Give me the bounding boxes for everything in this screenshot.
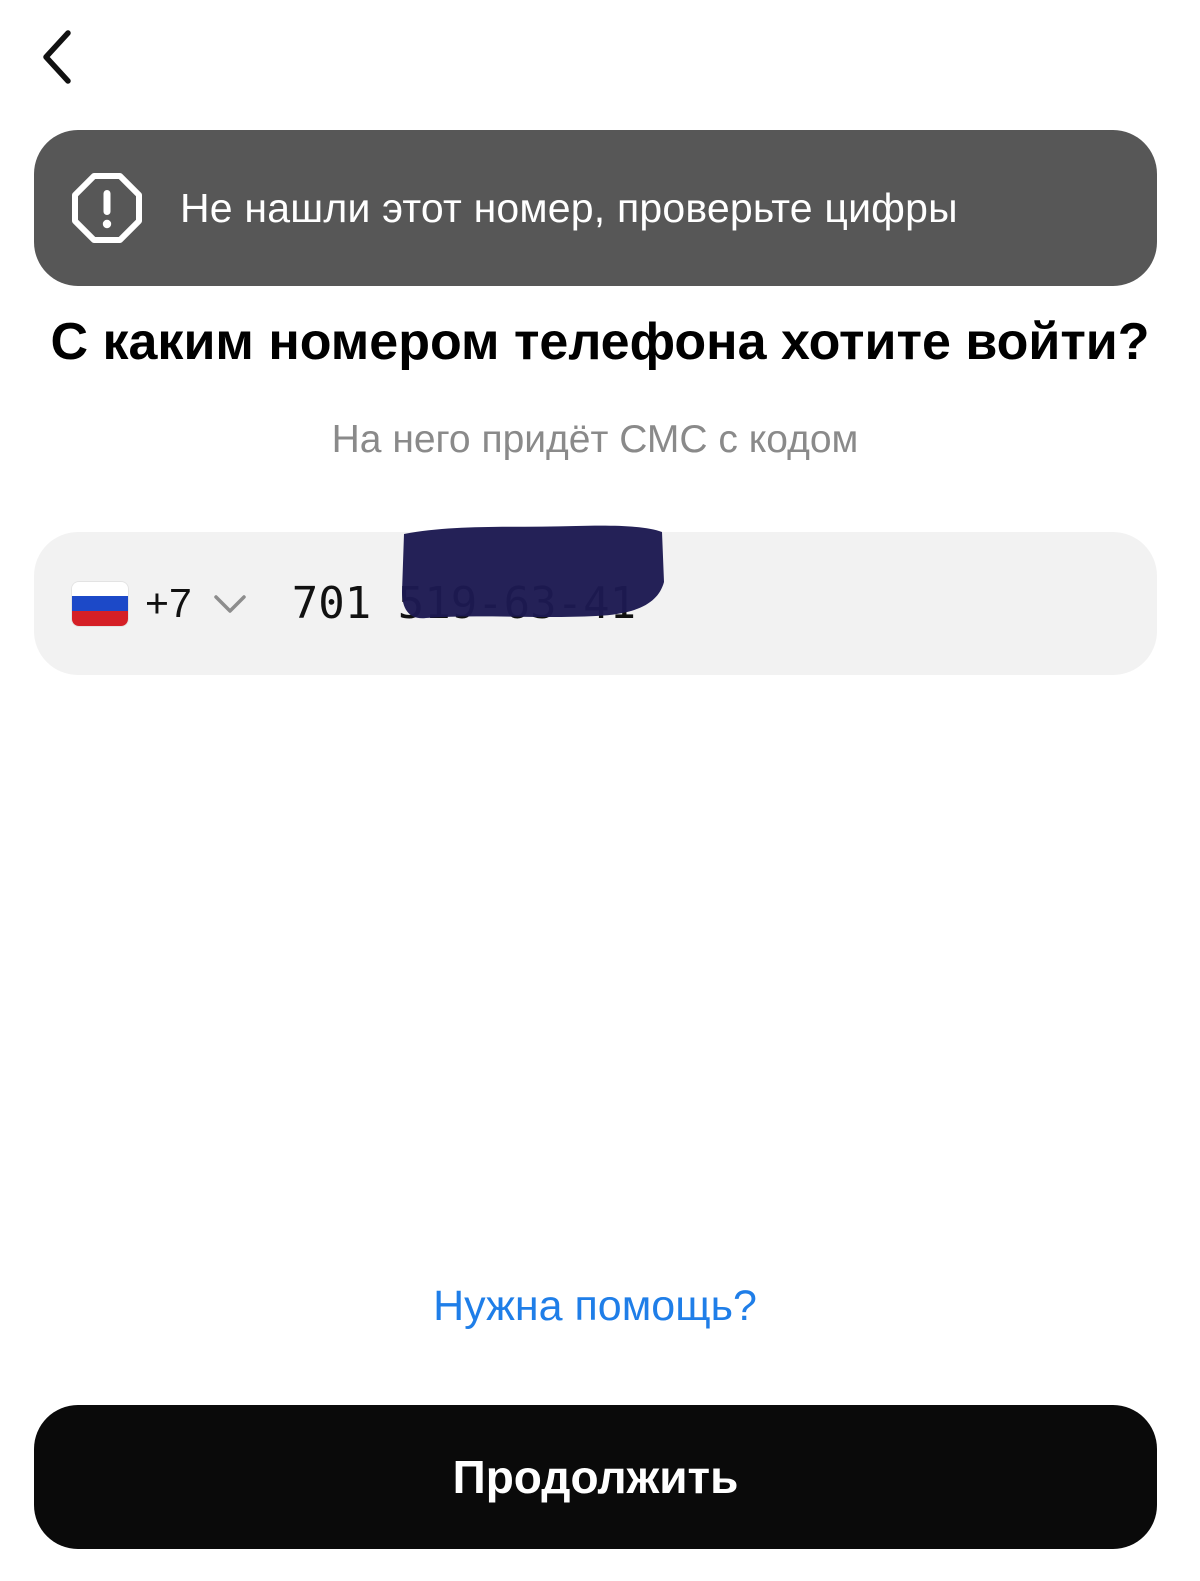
back-button[interactable] bbox=[28, 24, 88, 90]
chevron-left-icon bbox=[43, 30, 71, 84]
error-message: Не нашли этот номер, проверьте цифры bbox=[180, 184, 958, 231]
russia-flag-icon bbox=[72, 581, 128, 626]
phone-number-input[interactable] bbox=[291, 578, 712, 629]
error-toast: Не нашли этот номер, проверьте цифры bbox=[34, 130, 1157, 286]
help-link[interactable]: Нужна помощь? bbox=[0, 1276, 1190, 1336]
phone-input-wrapper bbox=[291, 525, 712, 629]
alert-octagon-icon bbox=[72, 173, 142, 243]
phone-field: +7 bbox=[34, 525, 1157, 675]
page-subtitle: На него придёт СМС с кодом bbox=[331, 418, 859, 461]
page-title: С каким номером телефона хотите войти? bbox=[50, 313, 1150, 371]
continue-button[interactable]: Продолжить bbox=[34, 1405, 1157, 1549]
chevron-down-icon bbox=[214, 594, 246, 613]
country-code-selector[interactable]: +7 bbox=[72, 580, 248, 627]
country-code: +7 bbox=[145, 580, 192, 626]
